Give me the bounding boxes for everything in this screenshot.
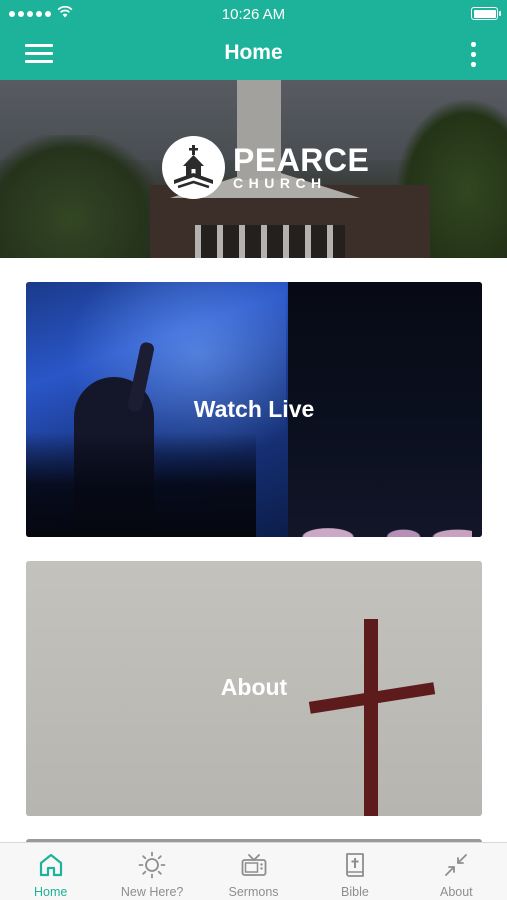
tab-home-label: Home bbox=[34, 885, 68, 899]
about-label: About bbox=[220, 674, 288, 700]
tab-about[interactable]: About bbox=[406, 843, 507, 900]
battery-icon bbox=[471, 7, 501, 20]
about-card[interactable]: About bbox=[26, 561, 482, 816]
status-bar: 10:26 AM bbox=[0, 0, 507, 28]
status-time: 10:26 AM bbox=[221, 6, 286, 23]
home-icon bbox=[39, 853, 62, 877]
tab-bible[interactable]: Bible bbox=[304, 843, 405, 900]
tab-home[interactable]: Home bbox=[0, 843, 101, 900]
tv-icon bbox=[241, 854, 266, 876]
tab-new-here[interactable]: New Here? bbox=[101, 843, 202, 900]
tab-new-here-label: New Here? bbox=[120, 885, 184, 899]
watch-live-label: Watch Live bbox=[193, 396, 315, 422]
tab-bible-label: Bible bbox=[341, 885, 369, 899]
cross-image bbox=[364, 619, 378, 816]
top-app-bar: 10:26 AM Home bbox=[0, 0, 507, 80]
hero-banner: PEARCE CHURCH bbox=[0, 80, 507, 258]
church-logo-icon bbox=[162, 136, 225, 199]
bible-icon bbox=[346, 853, 364, 877]
tab-sermons[interactable]: Sermons bbox=[203, 843, 304, 900]
navigation-bar: Home bbox=[0, 28, 507, 80]
collapse-arrows-icon bbox=[445, 854, 468, 876]
church-logo: PEARCE CHURCH bbox=[162, 136, 369, 199]
vertical-more-icon[interactable] bbox=[469, 40, 477, 68]
tab-sermons-label: Sermons bbox=[228, 885, 279, 899]
sun-icon bbox=[138, 851, 166, 879]
page-title: Home bbox=[224, 41, 283, 64]
bottom-tab-bar: Home New Here? Sermons Bible About bbox=[0, 842, 507, 900]
tab-about-label: About bbox=[439, 885, 473, 899]
watch-live-card[interactable]: Watch Live bbox=[26, 282, 482, 537]
logo-wordmark: PEARCE bbox=[233, 141, 370, 178]
